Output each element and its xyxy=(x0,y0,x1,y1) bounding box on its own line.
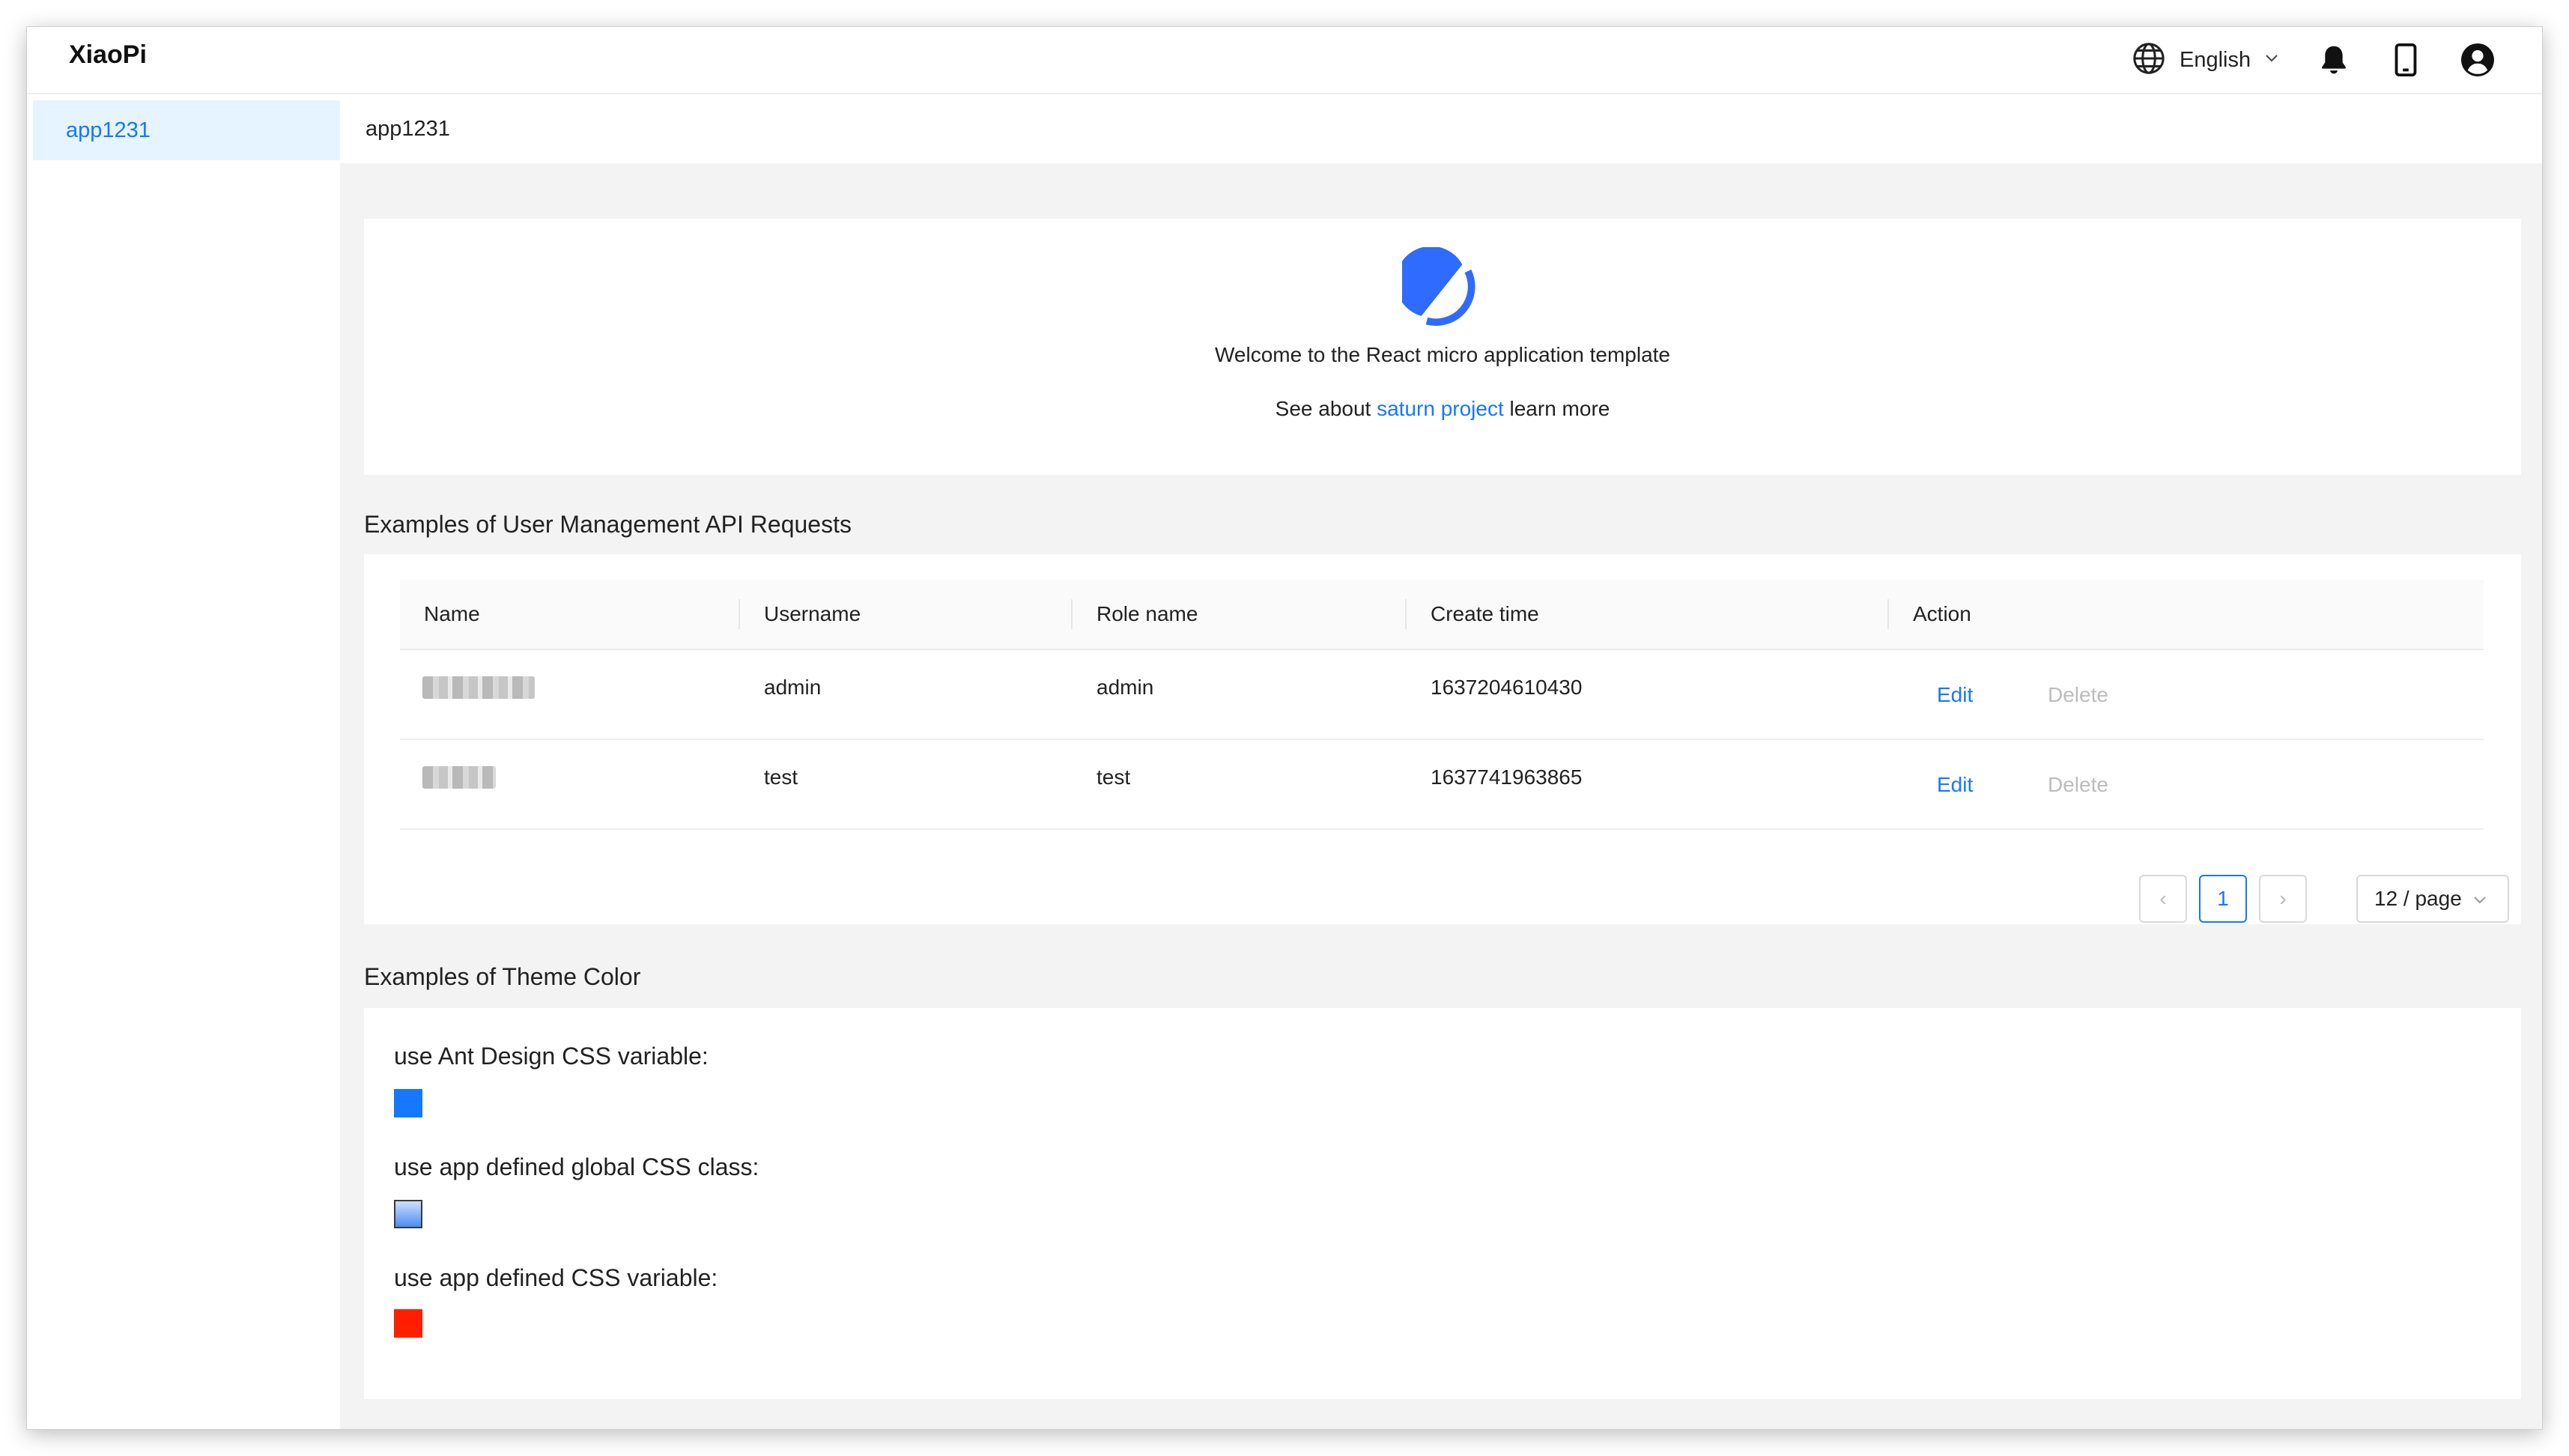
pagination-page-1[interactable]: 1 xyxy=(2199,875,2247,923)
learn-more-prefix: See about xyxy=(1275,397,1371,420)
pagination-prev-button[interactable]: ‹ xyxy=(2139,875,2187,923)
color-swatch-antd xyxy=(394,1089,422,1117)
saturn-logo-icon xyxy=(1395,246,1483,332)
edit-button[interactable]: Edit xyxy=(1937,650,1973,740)
welcome-card: Welcome to the React micro application t… xyxy=(364,219,2521,475)
mobile-icon[interactable] xyxy=(2386,40,2425,79)
name-cell-redacted xyxy=(422,650,535,725)
user-icon[interactable] xyxy=(2458,40,2497,79)
role-cell: test xyxy=(1097,765,1131,789)
theme-label-app-variable: use app defined CSS variable: xyxy=(394,1264,718,1291)
username-cell: admin xyxy=(764,676,822,699)
column-header-username: Username xyxy=(764,602,861,625)
edit-button[interactable]: Edit xyxy=(1937,740,1973,830)
column-header-create-time: Create time xyxy=(1431,602,1539,625)
learn-more-suffix: learn more xyxy=(1509,397,1610,420)
sidebar-item-app1231[interactable]: app1231 xyxy=(33,100,340,160)
globe-icon xyxy=(2132,41,2166,79)
top-header: XiaoPi English xyxy=(27,27,2542,94)
role-cell: admin xyxy=(1097,676,1154,699)
table-header: Name Username Role name Create time Acti… xyxy=(400,580,2484,650)
theme-section-title: Examples of Theme Color xyxy=(364,963,641,990)
bell-icon[interactable] xyxy=(2314,40,2353,79)
chevron-down-icon xyxy=(2472,887,2487,911)
create-time-cell: 1637741963865 xyxy=(1431,765,1583,789)
column-divider xyxy=(1887,599,1889,629)
main-content: app1231 Welcome to the React micro appli… xyxy=(340,94,2542,1429)
user-section-title: Examples of User Management API Requests xyxy=(364,511,852,538)
language-selector[interactable]: English xyxy=(2132,42,2279,78)
user-table-card: Name Username Role name Create time Acti… xyxy=(364,554,2521,924)
table-row: admin admin 1637204610430 Edit Delete xyxy=(400,650,2484,740)
theme-label-antd: use Ant Design CSS variable: xyxy=(394,1043,709,1070)
column-divider xyxy=(738,599,740,629)
welcome-text: Welcome to the React micro application t… xyxy=(1215,343,1670,366)
theme-label-global-class: use app defined global CSS class: xyxy=(394,1153,759,1180)
name-cell-redacted xyxy=(422,740,496,815)
brand-title: XiaoPi xyxy=(69,40,147,69)
theme-color-card: use Ant Design CSS variable: use app def… xyxy=(364,1008,2521,1399)
language-label: English xyxy=(2180,47,2251,72)
user-table: Name Username Role name Create time Acti… xyxy=(400,580,2484,830)
breadcrumb: app1231 xyxy=(340,94,2542,163)
pagination-next-button[interactable]: › xyxy=(2259,875,2307,923)
create-time-cell: 1637204610430 xyxy=(1431,676,1583,699)
page-size-value: 12 / page xyxy=(2374,887,2462,910)
column-divider xyxy=(1071,599,1073,629)
column-header-action: Action xyxy=(1913,602,1971,625)
color-swatch-global-class xyxy=(394,1200,422,1228)
delete-button[interactable]: Delete xyxy=(2048,740,2108,830)
column-divider xyxy=(1405,599,1407,629)
sidebar: app1231 xyxy=(27,94,340,1429)
saturn-project-link[interactable]: saturn project xyxy=(1377,397,1504,420)
chevron-down-icon xyxy=(2264,53,2279,67)
delete-button[interactable]: Delete xyxy=(2048,650,2108,740)
color-swatch-app-variable xyxy=(394,1309,422,1338)
learn-more-text: See about saturn project learn more xyxy=(364,397,2521,421)
column-header-role: Role name xyxy=(1097,602,1198,625)
username-cell: test xyxy=(764,765,798,789)
table-row: test test 1637741963865 Edit Delete xyxy=(400,740,2484,830)
page-size-select[interactable]: 12 / page xyxy=(2356,875,2509,923)
column-header-name: Name xyxy=(424,602,480,625)
app-window: XiaoPi English app1231 app1231 Welcome t… xyxy=(27,27,2542,1429)
